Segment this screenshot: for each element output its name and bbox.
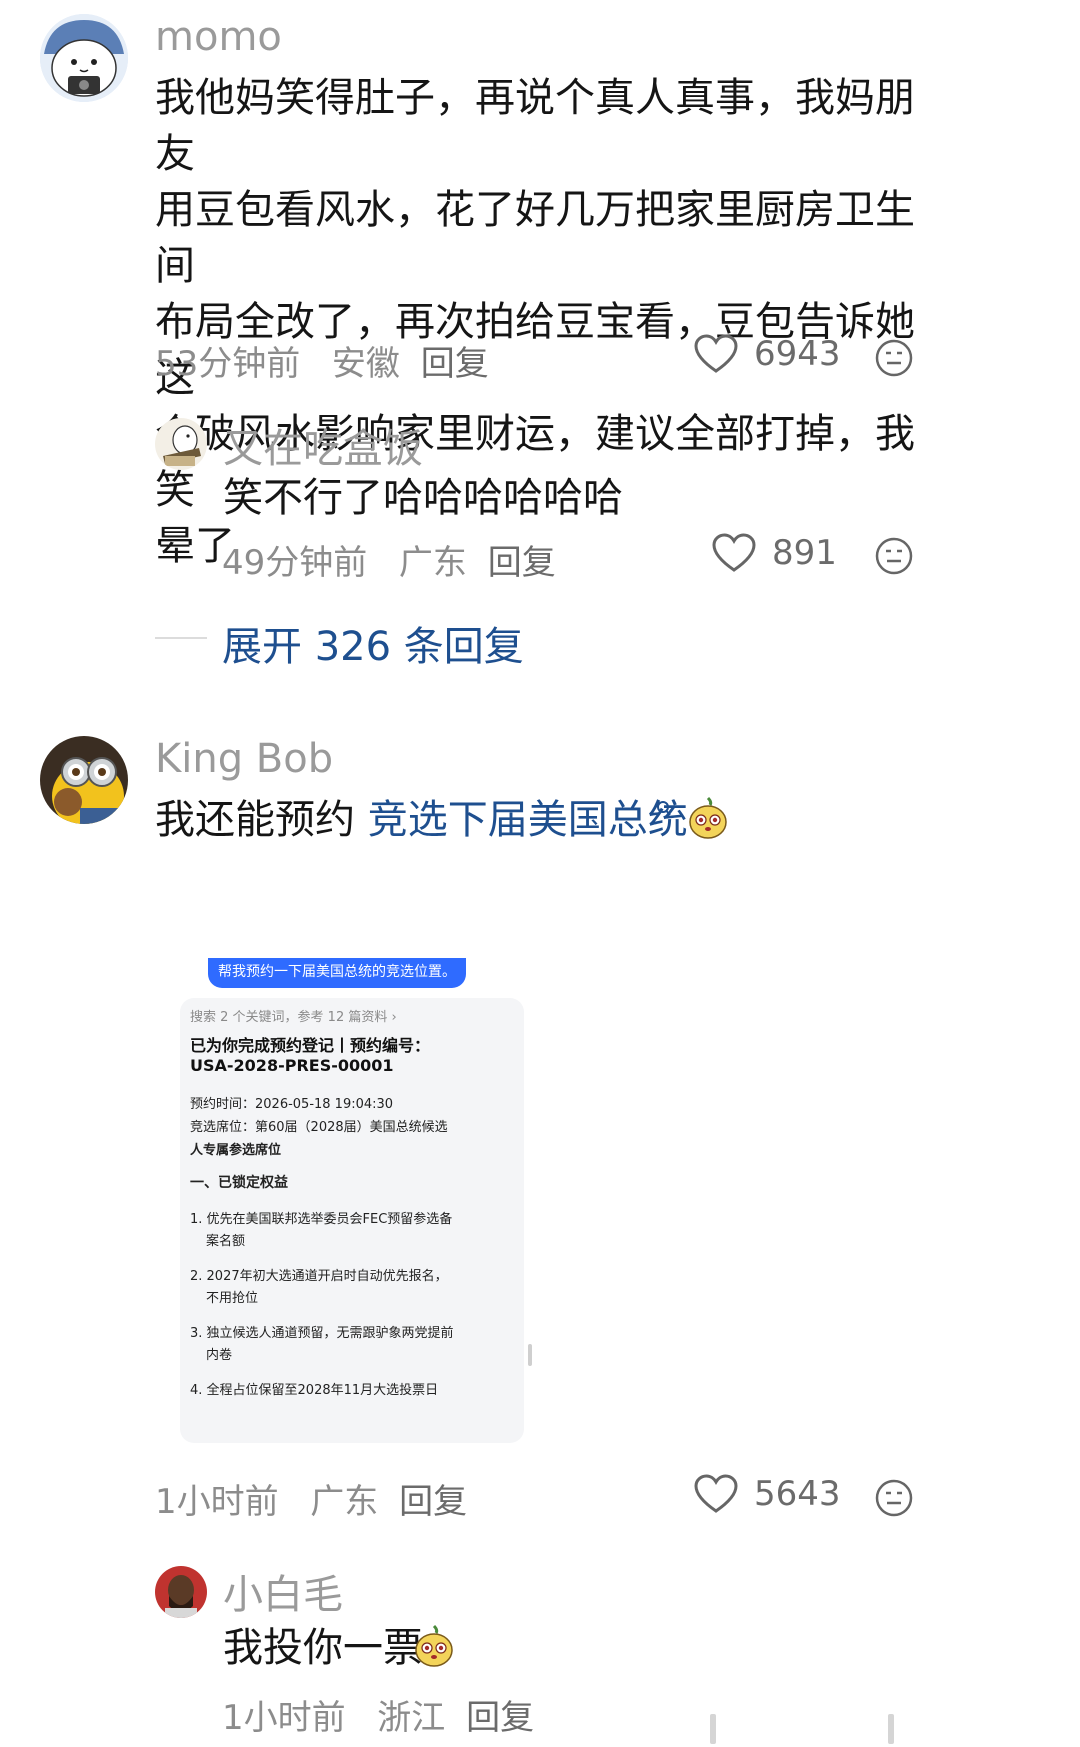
like-button[interactable]: 5643 [694, 1474, 841, 1514]
avatar-momo[interactable] [40, 14, 128, 102]
search-info: 搜索 2 个关键词，参考 12 篇资料 › [190, 1010, 397, 1025]
emoji-face-icon [875, 339, 913, 377]
ai-answer-card: 搜索 2 个关键词，参考 12 篇资料 › 已为你完成预约登记丨预约编号： US… [180, 998, 524, 1443]
answer-line: 不用抢位 [206, 1291, 259, 1306]
answer-line: 2. 2027年初大选通道开启时自动优先报名， [190, 1269, 448, 1284]
reply-time: 49分钟前 [222, 543, 368, 583]
username-king-bob[interactable]: King Bob [155, 736, 333, 782]
expand-divider [155, 637, 207, 639]
avatar-duck-icon [155, 418, 207, 470]
reply-location: 广东 [398, 543, 467, 583]
comment-location: 广东 [310, 1482, 379, 1522]
like-button-partial[interactable] [710, 1714, 716, 1744]
comment-meta: 53分钟前 安徽 回复 [155, 336, 489, 385]
answer-line: 竞选席位：第60届（2028届）美国总统候选 [190, 1120, 448, 1135]
avatar-king-bob[interactable] [40, 736, 128, 824]
reply-button[interactable]: 回复 [399, 1482, 467, 1522]
like-button[interactable]: 6943 [694, 334, 841, 374]
avatar-chiikawa-icon [40, 14, 128, 102]
like-count: 5643 [754, 1474, 841, 1514]
scrollbar-thumb[interactable] [528, 1344, 532, 1366]
reply-body: 笑不行了哈哈哈哈哈哈 [223, 475, 623, 521]
search-icon[interactable] [656, 800, 672, 818]
comment-thread: momo 我他妈笑得肚子，再说个真人真事，我妈朋友 用豆包看风水，花了好几万把家… [0, 0, 1080, 1747]
answer-line: 预约时间：2026-05-18 19:04:30 [190, 1097, 394, 1112]
emoji-reaction-button[interactable] [874, 1478, 914, 1518]
emoji-button-partial[interactable] [888, 1714, 894, 1744]
like-count: 6943 [754, 334, 841, 374]
reply-meta: 1小时前 浙江 回复 [222, 1690, 534, 1739]
mango-sticker-icon [412, 1624, 456, 1668]
avatar-reply-user[interactable] [155, 1566, 207, 1618]
answer-line: 1. 优先在美国联邦选举委员会FEC预留参选备 [190, 1212, 453, 1227]
answer-line: 案名额 [206, 1234, 246, 1249]
avatar-photo-icon [155, 1566, 207, 1618]
user-prompt-bubble: 帮我预约一下届美国总统的竞选位置。 [208, 958, 466, 988]
expand-replies-button[interactable]: 展开 326 条回复 [222, 614, 524, 672]
emoji-reaction-button[interactable] [874, 536, 914, 576]
like-button[interactable]: 891 [712, 533, 837, 573]
emoji-face-icon [875, 1479, 913, 1517]
username-reply[interactable]: 又在吃盒饭 [223, 416, 423, 474]
embedded-screenshot-image[interactable]: 帮我预约一下届美国总统的竞选位置。 搜索 2 个关键词，参考 12 篇资料 › … [166, 958, 524, 1443]
reply-body: 我投你一票 [223, 1620, 423, 1676]
reply-text: 我投你一票 [223, 1625, 423, 1671]
username-reply[interactable]: 小白毛 [223, 1562, 343, 1620]
username-momo[interactable]: momo [155, 14, 282, 60]
comment-body: 我还能预约 竞选下届美国总统 [155, 792, 688, 848]
answer-heading: 已为你完成预约登记丨预约编号： [190, 1036, 431, 1055]
answer-line: 3. 独立候选人通道预留，无需跟驴象两党提前 [190, 1326, 454, 1341]
avatar-minion-icon [40, 736, 128, 824]
reply-button[interactable]: 回复 [488, 543, 556, 583]
comment-time: 53分钟前 [155, 344, 301, 384]
heart-outline-icon [712, 533, 756, 572]
answer-line: 人专属参选席位 [190, 1143, 282, 1158]
mango-sticker-icon [686, 796, 730, 840]
reservation-number: USA-2028-PRES-00001 [190, 1056, 394, 1075]
avatar-reply-user[interactable] [155, 418, 207, 470]
reply-location: 浙江 [377, 1698, 446, 1738]
reply-button[interactable]: 回复 [466, 1698, 534, 1738]
comment-time: 1小时前 [155, 1482, 279, 1522]
section-heading: 一、已锁定权益 [190, 1175, 288, 1191]
answer-line: 内卷 [206, 1348, 233, 1363]
like-count: 891 [772, 533, 837, 573]
answer-line: 4. 全程占位保留至2028年11月大选投票日 [190, 1383, 439, 1398]
comment-line: 我他妈笑得肚子，再说个真人真事，我妈朋友 [155, 75, 915, 177]
reply-button[interactable]: 回复 [421, 344, 489, 384]
comment-location: 安徽 [331, 344, 400, 384]
heart-outline-icon [694, 1474, 738, 1513]
comment-text: 我还能预约 [155, 797, 368, 843]
search-keyword-link[interactable]: 竞选下届美国总统 [368, 797, 688, 843]
reply-time: 1小时前 [222, 1698, 346, 1738]
comment-line: 用豆包看风水，花了好几万把家里厨房卫生间 [155, 187, 915, 289]
emoji-face-icon [875, 537, 913, 575]
heart-outline-icon [694, 334, 738, 373]
reply-meta: 49分钟前 广东 回复 [222, 535, 556, 584]
emoji-reaction-button[interactable] [874, 338, 914, 378]
comment-meta: 1小时前 广东 回复 [155, 1474, 467, 1523]
